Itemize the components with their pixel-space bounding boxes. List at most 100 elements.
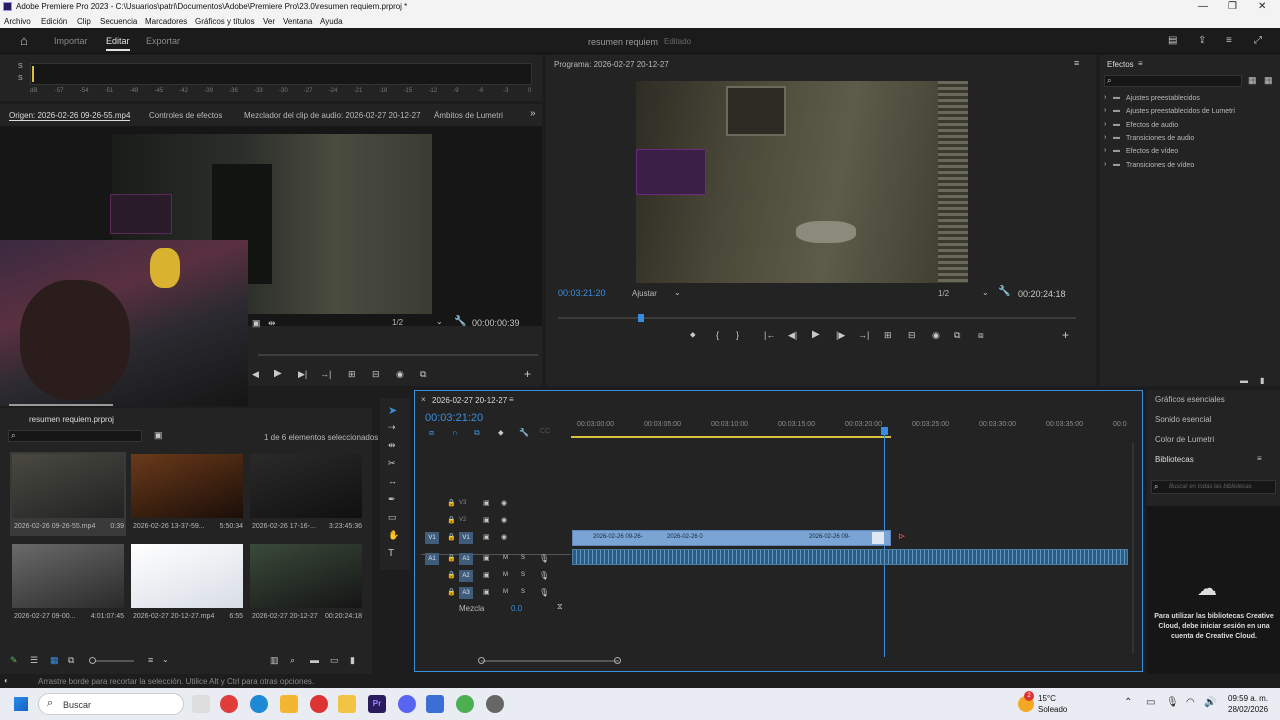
camera-icon[interactable]: ◉ — [396, 369, 404, 380]
audio-clip-track[interactable] — [572, 549, 1128, 565]
mark-out-icon[interactable]: } — [736, 330, 739, 340]
eye-icon[interactable]: ◉ — [501, 499, 507, 507]
project-item[interactable]: 2026-02-26 13-37-59... 5:50:34 — [129, 452, 245, 536]
chevron-up-icon[interactable]: ⌃ — [1124, 697, 1132, 708]
menu-marcadores[interactable]: Marcadores — [145, 17, 187, 26]
compare-icon[interactable]: ⧉ — [954, 330, 960, 341]
project-search-input[interactable]: ⌕ — [8, 430, 142, 442]
ripple-edit-icon[interactable]: ⇹ — [388, 440, 396, 451]
effects-list-item[interactable]: › ▬ Efectos de audio — [1104, 120, 1274, 132]
lock-icon[interactable]: 🔒 — [447, 533, 456, 541]
project-item[interactable]: 2026-02-27 09-00... 4:01:07:45 — [10, 542, 126, 626]
scroll-handle-left[interactable] — [478, 657, 485, 664]
tab-editar[interactable]: Editar — [106, 36, 130, 51]
microphone-icon[interactable]: 🎙 — [539, 554, 549, 563]
vr-icon[interactable]: ⧈ — [978, 330, 984, 341]
close-icon[interactable]: ✕ — [1258, 1, 1266, 12]
video-clip-track[interactable]: 2026-02-26 09-26- 2026-02-26 0 2026-02-2… — [572, 530, 891, 546]
slip-icon[interactable]: ↔ — [388, 476, 397, 486]
mark-in-icon[interactable]: { — [716, 330, 719, 340]
step-forward-icon[interactable]: ▶| — [298, 369, 307, 380]
lock-icon[interactable]: 🔒 — [447, 588, 456, 596]
track-label[interactable]: V3 — [459, 500, 466, 506]
new-bin-icon[interactable]: ▣ — [154, 430, 163, 441]
lock-icon[interactable]: 🔒 — [447, 571, 456, 579]
more-panels-icon[interactable]: » — [530, 108, 536, 119]
maximize-icon[interactable]: ❐ — [1228, 1, 1237, 12]
work-area-bar[interactable] — [571, 436, 891, 438]
windows-start-icon[interactable] — [14, 697, 28, 711]
menu-ayuda[interactable]: Ayuda — [320, 17, 343, 26]
taskbar-search[interactable]: ⌕ Buscar — [38, 693, 184, 715]
go-to-out-icon[interactable]: →| — [320, 369, 331, 379]
menu-ver[interactable]: Ver — [263, 17, 275, 26]
snap-icon[interactable]: ∩ — [452, 428, 458, 437]
freeform-view-icon[interactable]: ⧉ — [68, 655, 74, 666]
track-select-icon[interactable]: ⇢ — [388, 422, 396, 433]
linked-selection-icon[interactable]: ⧉ — [474, 428, 480, 438]
chrome-alt-icon[interactable] — [456, 695, 474, 713]
captions-icon[interactable]: CC — [540, 428, 550, 435]
project-item[interactable]: 2026-02-27 20-12-27 00:20:24:18 — [248, 542, 364, 626]
lock-icon[interactable]: 🔒 — [447, 554, 456, 562]
project-item[interactable]: 2026-02-27 20-12-27.mp4 6:55 — [129, 542, 245, 626]
opera-icon[interactable] — [310, 695, 328, 713]
wrench-icon[interactable]: 🔧 — [519, 428, 529, 437]
razor-icon[interactable]: ✂ — [388, 458, 396, 469]
close-icon[interactable]: × — [421, 395, 426, 404]
add-marker-icon[interactable]: ⬥ — [498, 428, 504, 438]
compare-icon[interactable]: ⧉ — [420, 369, 426, 380]
menu-graficos[interactable]: Gráficos y títulos — [195, 17, 255, 26]
menu-archivo[interactable]: Archivo — [4, 17, 31, 26]
go-to-out-icon[interactable]: →| — [858, 330, 869, 340]
new-bin-icon[interactable]: ▦ — [1248, 75, 1257, 86]
panel-menu-icon[interactable]: ≡ — [1257, 454, 1262, 463]
pen-icon[interactable]: ✒ — [388, 494, 396, 505]
track-label[interactable]: A2 — [459, 570, 473, 582]
trash-icon[interactable]: ▮ — [1260, 376, 1264, 385]
new-item-icon[interactable]: ▭ — [330, 655, 339, 666]
overwrite-icon[interactable]: ⊟ — [372, 369, 380, 380]
list-view-icon[interactable]: ☰ — [30, 655, 38, 666]
step-back-icon[interactable]: ◀ — [252, 369, 259, 380]
sync-lock-icon[interactable]: ▣ — [483, 516, 490, 524]
find-icon[interactable]: ⌕ — [290, 655, 295, 666]
task-view-icon[interactable] — [192, 695, 210, 713]
effects-list-item[interactable]: › ▬ Transiciones de vídeo — [1104, 160, 1274, 172]
dropdown-chevron-icon[interactable]: ⌄ — [436, 317, 443, 326]
libraries-search-input[interactable]: ⌕ Buscar en todas las bibliotecas — [1151, 480, 1276, 494]
hand-icon[interactable]: ✋ — [388, 530, 399, 541]
microphone-icon[interactable]: 🎙 — [539, 571, 549, 580]
tab-source[interactable]: Origen: 2026-02-26 09-26-55.mp4 — [9, 111, 131, 121]
trash-icon[interactable]: ▮ — [350, 655, 355, 666]
lock-icon[interactable]: 🔒 — [447, 499, 456, 507]
microphone-icon[interactable]: 🎙 — [539, 588, 549, 597]
edge-icon[interactable] — [250, 695, 268, 713]
add-marker-icon[interactable]: ⬥ — [690, 330, 696, 340]
track-label[interactable]: V1 — [459, 532, 473, 544]
workspace-icon[interactable]: ▤ — [1168, 35, 1177, 46]
track-label[interactable]: A1 — [459, 553, 473, 565]
tab-effect-controls[interactable]: Controles de efectos — [149, 111, 222, 120]
sort-icon[interactable]: ≡ — [148, 655, 153, 665]
menu-secuencia[interactable]: Secuencia — [100, 17, 137, 26]
panel-menu-icon[interactable]: ≡ — [1074, 58, 1079, 68]
tab-audio-clip-mixer[interactable]: Mezclador del clip de audio: 2026-02-27 … — [244, 111, 421, 120]
panel-menu-icon[interactable]: ≡ — [509, 395, 514, 404]
mix-value[interactable]: 0.0 — [511, 604, 522, 613]
pencil-icon[interactable]: ✎ — [10, 655, 18, 666]
sync-lock-icon[interactable]: ▣ — [483, 571, 490, 579]
eye-icon[interactable]: ◉ — [501, 516, 507, 524]
step-forward-icon[interactable]: |▶ — [836, 330, 845, 341]
play-icon[interactable]: ▶ — [812, 329, 820, 340]
essential-sound[interactable]: Sonido esencial — [1155, 415, 1211, 424]
camera-icon[interactable]: ◉ — [932, 330, 940, 341]
dropdown-chevron-icon[interactable]: ⌄ — [674, 288, 681, 297]
step-back-icon[interactable]: ◀| — [788, 330, 797, 341]
go-to-in-icon[interactable]: |← — [764, 330, 775, 340]
effects-list-item[interactable]: › ▬ Transiciones de audio — [1104, 133, 1274, 145]
effects-list-item[interactable]: › ▬ Ajustes preestablecidos de Lumetri — [1104, 106, 1274, 118]
copilot-icon[interactable] — [280, 695, 298, 713]
program-playhead[interactable] — [638, 314, 644, 322]
home-icon[interactable]: ⌂ — [20, 33, 28, 48]
